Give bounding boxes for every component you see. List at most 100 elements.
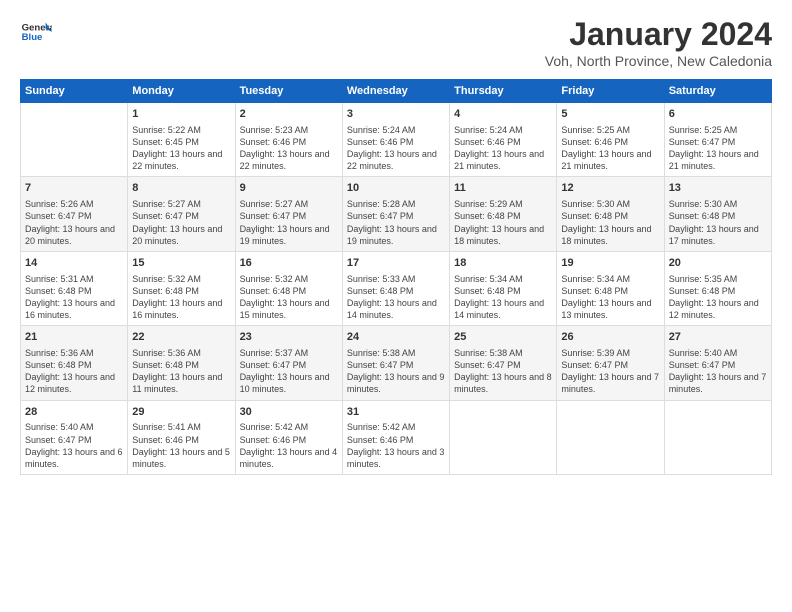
day-number: 12 xyxy=(561,181,659,196)
day-info: Sunrise: 5:30 AM Sunset: 6:48 PM Dayligh… xyxy=(669,198,767,247)
day-info: Sunrise: 5:36 AM Sunset: 6:48 PM Dayligh… xyxy=(25,347,123,396)
day-info: Sunrise: 5:22 AM Sunset: 6:45 PM Dayligh… xyxy=(132,124,230,173)
day-info: Sunrise: 5:32 AM Sunset: 6:48 PM Dayligh… xyxy=(132,273,230,322)
day-number: 19 xyxy=(561,256,659,271)
day-number: 27 xyxy=(669,330,767,345)
table-row: 18 Sunrise: 5:34 AM Sunset: 6:48 PM Dayli… xyxy=(450,251,557,325)
day-number: 16 xyxy=(240,256,338,271)
day-info: Sunrise: 5:33 AM Sunset: 6:48 PM Dayligh… xyxy=(347,273,445,322)
table-row xyxy=(557,400,664,474)
day-info: Sunrise: 5:26 AM Sunset: 6:47 PM Dayligh… xyxy=(25,198,123,247)
table-row: 16 Sunrise: 5:32 AM Sunset: 6:48 PM Dayli… xyxy=(235,251,342,325)
calendar-table: Sunday Monday Tuesday Wednesday Thursday… xyxy=(20,79,772,475)
col-sunday: Sunday xyxy=(21,80,128,103)
table-row xyxy=(450,400,557,474)
day-info: Sunrise: 5:32 AM Sunset: 6:48 PM Dayligh… xyxy=(240,273,338,322)
day-info: Sunrise: 5:42 AM Sunset: 6:46 PM Dayligh… xyxy=(240,421,338,470)
day-info: Sunrise: 5:37 AM Sunset: 6:47 PM Dayligh… xyxy=(240,347,338,396)
day-number: 21 xyxy=(25,330,123,345)
day-number: 28 xyxy=(25,405,123,420)
day-info: Sunrise: 5:25 AM Sunset: 6:47 PM Dayligh… xyxy=(669,124,767,173)
day-info: Sunrise: 5:40 AM Sunset: 6:47 PM Dayligh… xyxy=(25,421,123,470)
day-number: 29 xyxy=(132,405,230,420)
day-number: 14 xyxy=(25,256,123,271)
svg-text:Blue: Blue xyxy=(22,32,43,43)
table-row: 10Sunrise: 5:28 AM Sunset: 6:47 PM Dayli… xyxy=(342,177,449,251)
day-info: Sunrise: 5:41 AM Sunset: 6:46 PM Dayligh… xyxy=(132,421,230,470)
table-row xyxy=(664,400,771,474)
day-info: Sunrise: 5:40 AM Sunset: 6:47 PM Dayligh… xyxy=(669,347,767,396)
table-row: 1 Sunrise: 5:22 AM Sunset: 6:45 PM Daylig… xyxy=(128,103,235,177)
day-number: 1 xyxy=(132,107,230,122)
table-row: 31Sunrise: 5:42 AM Sunset: 6:46 PM Dayli… xyxy=(342,400,449,474)
day-info: Sunrise: 5:38 AM Sunset: 6:47 PM Dayligh… xyxy=(454,347,552,396)
col-thursday: Thursday xyxy=(450,80,557,103)
table-row: 20 Sunrise: 5:35 AM Sunset: 6:48 PM Dayli… xyxy=(664,251,771,325)
header-row: Sunday Monday Tuesday Wednesday Thursday… xyxy=(21,80,772,103)
logo-icon: General Blue xyxy=(20,16,52,48)
day-number: 2 xyxy=(240,107,338,122)
calendar-week-2: 7 Sunrise: 5:26 AM Sunset: 6:47 PM Daylig… xyxy=(21,177,772,251)
title-block: January 2024 Voh, North Province, New Ca… xyxy=(545,16,772,69)
day-number: 9 xyxy=(240,181,338,196)
day-info: Sunrise: 5:24 AM Sunset: 6:46 PM Dayligh… xyxy=(347,124,445,173)
page-header: General Blue January 2024 Voh, North Pro… xyxy=(20,16,772,69)
table-row xyxy=(21,103,128,177)
day-number: 7 xyxy=(25,181,123,196)
table-row: 5Sunrise: 5:25 AM Sunset: 6:46 PM Daylig… xyxy=(557,103,664,177)
table-row: 13 Sunrise: 5:30 AM Sunset: 6:48 PM Dayli… xyxy=(664,177,771,251)
table-row: 30Sunrise: 5:42 AM Sunset: 6:46 PM Dayli… xyxy=(235,400,342,474)
subtitle: Voh, North Province, New Caledonia xyxy=(545,53,772,69)
day-info: Sunrise: 5:36 AM Sunset: 6:48 PM Dayligh… xyxy=(132,347,230,396)
table-row: 15 Sunrise: 5:32 AM Sunset: 6:48 PM Dayli… xyxy=(128,251,235,325)
table-row: 4 Sunrise: 5:24 AM Sunset: 6:46 PM Daylig… xyxy=(450,103,557,177)
col-wednesday: Wednesday xyxy=(342,80,449,103)
day-info: Sunrise: 5:27 AM Sunset: 6:47 PM Dayligh… xyxy=(240,198,338,247)
day-number: 31 xyxy=(347,405,445,420)
day-number: 6 xyxy=(669,107,767,122)
day-info: Sunrise: 5:29 AM Sunset: 6:48 PM Dayligh… xyxy=(454,198,552,247)
table-row: 3 Sunrise: 5:24 AM Sunset: 6:46 PM Daylig… xyxy=(342,103,449,177)
day-number: 3 xyxy=(347,107,445,122)
day-info: Sunrise: 5:24 AM Sunset: 6:46 PM Dayligh… xyxy=(454,124,552,173)
day-number: 4 xyxy=(454,107,552,122)
day-number: 24 xyxy=(347,330,445,345)
day-info: Sunrise: 5:28 AM Sunset: 6:47 PM Dayligh… xyxy=(347,198,445,247)
day-number: 5 xyxy=(561,107,659,122)
table-row: 23 Sunrise: 5:37 AM Sunset: 6:47 PM Dayli… xyxy=(235,326,342,400)
day-info: Sunrise: 5:34 AM Sunset: 6:48 PM Dayligh… xyxy=(561,273,659,322)
table-row: 8Sunrise: 5:27 AM Sunset: 6:47 PM Daylig… xyxy=(128,177,235,251)
table-row: 26Sunrise: 5:39 AM Sunset: 6:47 PM Dayli… xyxy=(557,326,664,400)
table-row: 29Sunrise: 5:41 AM Sunset: 6:46 PM Dayli… xyxy=(128,400,235,474)
day-number: 18 xyxy=(454,256,552,271)
day-info: Sunrise: 5:23 AM Sunset: 6:46 PM Dayligh… xyxy=(240,124,338,173)
day-info: Sunrise: 5:31 AM Sunset: 6:48 PM Dayligh… xyxy=(25,273,123,322)
table-row: 11 Sunrise: 5:29 AM Sunset: 6:48 PM Dayli… xyxy=(450,177,557,251)
day-info: Sunrise: 5:35 AM Sunset: 6:48 PM Dayligh… xyxy=(669,273,767,322)
day-number: 20 xyxy=(669,256,767,271)
day-number: 15 xyxy=(132,256,230,271)
day-info: Sunrise: 5:34 AM Sunset: 6:48 PM Dayligh… xyxy=(454,273,552,322)
table-row: 22Sunrise: 5:36 AM Sunset: 6:48 PM Dayli… xyxy=(128,326,235,400)
day-number: 25 xyxy=(454,330,552,345)
day-number: 11 xyxy=(454,181,552,196)
day-number: 30 xyxy=(240,405,338,420)
table-row: 17Sunrise: 5:33 AM Sunset: 6:48 PM Dayli… xyxy=(342,251,449,325)
table-row: 9 Sunrise: 5:27 AM Sunset: 6:47 PM Daylig… xyxy=(235,177,342,251)
table-row: 12 Sunrise: 5:30 AM Sunset: 6:48 PM Dayli… xyxy=(557,177,664,251)
day-number: 23 xyxy=(240,330,338,345)
day-number: 8 xyxy=(132,181,230,196)
table-row: 27 Sunrise: 5:40 AM Sunset: 6:47 PM Dayli… xyxy=(664,326,771,400)
calendar-week-4: 21 Sunrise: 5:36 AM Sunset: 6:48 PM Dayli… xyxy=(21,326,772,400)
calendar-week-3: 14 Sunrise: 5:31 AM Sunset: 6:48 PM Dayli… xyxy=(21,251,772,325)
table-row: 24 Sunrise: 5:38 AM Sunset: 6:47 PM Dayli… xyxy=(342,326,449,400)
day-info: Sunrise: 5:38 AM Sunset: 6:47 PM Dayligh… xyxy=(347,347,445,396)
col-tuesday: Tuesday xyxy=(235,80,342,103)
col-friday: Friday xyxy=(557,80,664,103)
table-row: 28Sunrise: 5:40 AM Sunset: 6:47 PM Dayli… xyxy=(21,400,128,474)
table-row: 2 Sunrise: 5:23 AM Sunset: 6:46 PM Daylig… xyxy=(235,103,342,177)
table-row: 25 Sunrise: 5:38 AM Sunset: 6:47 PM Dayli… xyxy=(450,326,557,400)
day-number: 13 xyxy=(669,181,767,196)
col-monday: Monday xyxy=(128,80,235,103)
day-info: Sunrise: 5:30 AM Sunset: 6:48 PM Dayligh… xyxy=(561,198,659,247)
